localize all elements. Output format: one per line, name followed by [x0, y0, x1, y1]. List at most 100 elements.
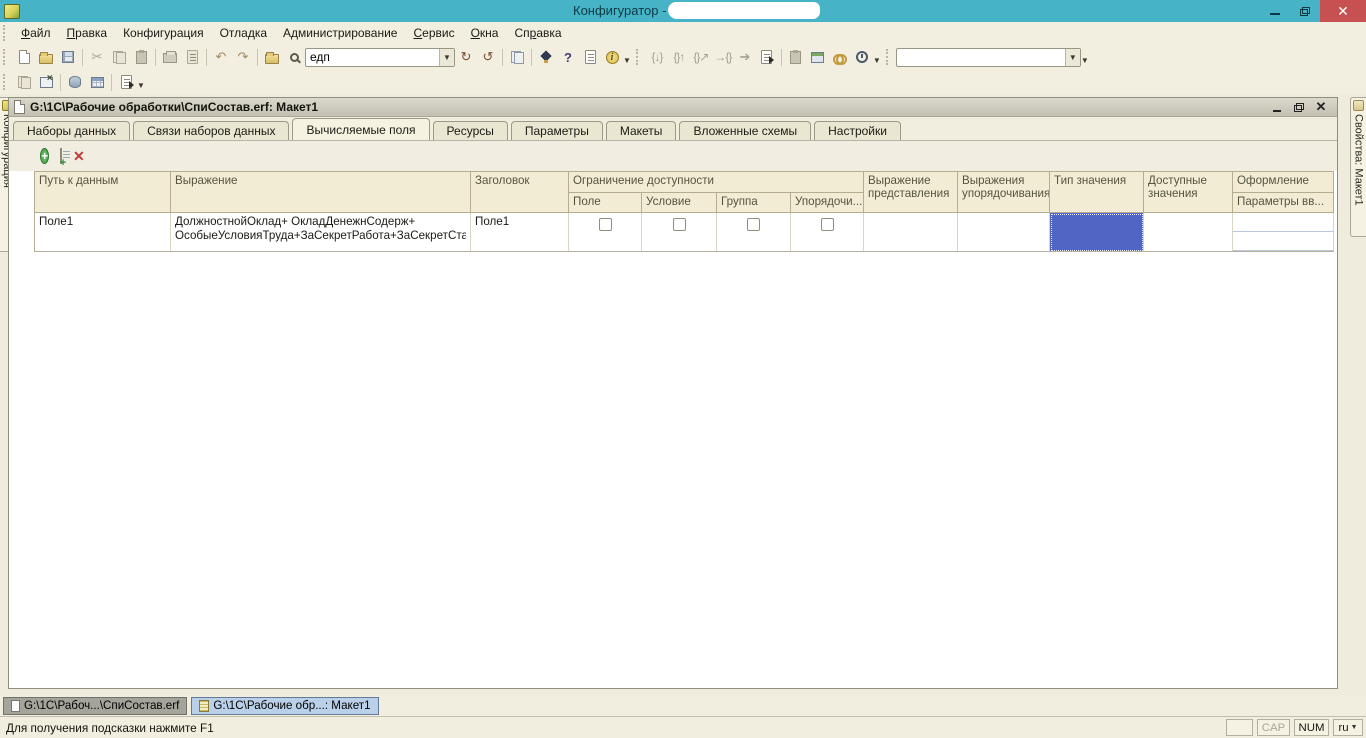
- info-caret-icon[interactable]: ▼: [623, 56, 631, 65]
- module-document-button[interactable]: [115, 72, 137, 92]
- goto-next-procedure-button[interactable]: {}↑: [668, 47, 690, 67]
- copy-button[interactable]: [108, 47, 130, 67]
- new-document-button[interactable]: [13, 47, 35, 67]
- redo-button[interactable]: ↷: [232, 47, 254, 67]
- cell-order-expressions[interactable]: [957, 212, 1051, 252]
- cell-access-ordering[interactable]: [789, 212, 865, 252]
- add-procedure-button[interactable]: →{}: [712, 47, 734, 67]
- status-indicators: CAP NUM ru ▼: [1226, 719, 1363, 736]
- find-next-button[interactable]: ↻: [455, 47, 477, 67]
- find-references-button[interactable]: [829, 47, 851, 67]
- document-restore-button[interactable]: [1292, 100, 1306, 114]
- goto-window-button[interactable]: [807, 47, 829, 67]
- search-input[interactable]: едп: [306, 50, 439, 64]
- window-tab-maket1[interactable]: G:\1C\Рабочие обр...: Макет1: [191, 696, 379, 715]
- find-in-files-button[interactable]: [261, 47, 283, 67]
- goto-prev-procedure-button[interactable]: {↓}: [646, 47, 668, 67]
- menu-windows[interactable]: Окна: [463, 23, 507, 43]
- group-checkbox[interactable]: [747, 218, 760, 231]
- menu-debug[interactable]: Отладка: [212, 23, 275, 43]
- info-button[interactable]: i: [601, 47, 623, 67]
- goto-usage-button[interactable]: ➔: [734, 47, 756, 67]
- menu-service[interactable]: Сервис: [405, 23, 462, 43]
- print-preview-button[interactable]: [181, 47, 203, 67]
- field-checkbox[interactable]: [598, 218, 612, 231]
- database-configuration-button[interactable]: [64, 72, 86, 92]
- cell-appearance[interactable]: [1232, 212, 1335, 252]
- document-window-titlebar[interactable]: G:\1C\Рабочие обработки\СпиСостав.erf: М…: [9, 98, 1337, 117]
- search-combobox[interactable]: едп ▼: [305, 47, 455, 67]
- cell-title[interactable]: Поле1: [470, 212, 569, 252]
- delete-field-button[interactable]: ✕: [73, 148, 85, 165]
- minimize-button[interactable]: [1260, 0, 1290, 22]
- window-select-dropdown-button[interactable]: ▼: [1064, 48, 1080, 66]
- cell-access-field[interactable]: [568, 212, 642, 252]
- open-button[interactable]: [35, 47, 57, 67]
- condition-checkbox[interactable]: [672, 218, 686, 231]
- cell-data-path[interactable]: Поле1: [34, 212, 171, 252]
- open-module-button[interactable]: [756, 47, 778, 67]
- toolbar-grip[interactable]: [3, 49, 8, 65]
- window-select-combobox[interactable]: ▼: [895, 47, 1081, 67]
- find-previous-button[interactable]: ↺: [477, 47, 499, 67]
- form-editor-button[interactable]: [13, 72, 35, 92]
- menu-administration[interactable]: Администрирование: [275, 23, 405, 43]
- tab-settings[interactable]: Настройки: [814, 121, 901, 140]
- goto-procedure-start-button[interactable]: {}↗: [690, 47, 712, 67]
- secondary-toolbar-grip[interactable]: [3, 74, 8, 90]
- menu-edit[interactable]: Правка: [59, 23, 116, 43]
- cut-button[interactable]: ✂: [86, 47, 108, 67]
- menu-help[interactable]: Справка: [506, 23, 569, 43]
- show-occurrences-button[interactable]: [506, 47, 528, 67]
- document-close-button[interactable]: ✕: [1314, 99, 1328, 114]
- performance-timer-button[interactable]: [851, 47, 873, 67]
- restore-button[interactable]: [1290, 0, 1320, 22]
- close-button[interactable]: ✕: [1320, 0, 1366, 22]
- column-header-group: Группа: [716, 192, 791, 213]
- sidebar-tab-properties[interactable]: Свойства: Макет1: [1350, 97, 1366, 237]
- cell-access-condition[interactable]: [641, 212, 717, 252]
- paste-button[interactable]: [130, 47, 152, 67]
- cell-representation-expression[interactable]: [863, 212, 959, 252]
- clipboard-button[interactable]: [785, 47, 807, 67]
- close-all-windows-button[interactable]: [35, 72, 57, 92]
- cell-access-group[interactable]: [716, 212, 791, 252]
- cell-input-parameters[interactable]: [1233, 232, 1333, 251]
- toolbar-overflow-icon[interactable]: ▼: [1081, 56, 1089, 65]
- syntax-help-search-button[interactable]: ?: [557, 47, 579, 67]
- toolbar-grip-3[interactable]: [885, 49, 891, 65]
- secondary-toolbar-overflow-icon[interactable]: ▼: [137, 81, 145, 90]
- tab-templates[interactable]: Макеты: [605, 121, 677, 140]
- cell-available-values[interactable]: [1143, 212, 1234, 252]
- copy-field-button[interactable]: [60, 148, 71, 164]
- cell-appearance-top[interactable]: [1233, 213, 1333, 232]
- tab-resources[interactable]: Ресурсы: [432, 121, 508, 140]
- syntax-check-button[interactable]: [535, 47, 557, 67]
- language-selector[interactable]: ru ▼: [1333, 719, 1363, 736]
- cell-expression[interactable]: ДолжностнойОклад+ ОкладДенежнСодерж+ Осо…: [170, 212, 471, 252]
- tab-data-set-links[interactable]: Связи наборов данных: [133, 121, 290, 140]
- window-tab-spisostav[interactable]: G:\1C\Рабоч...\СпиСостав.erf: [3, 696, 188, 715]
- table-settings-button[interactable]: [86, 72, 108, 92]
- cell-value-type-selected[interactable]: [1049, 212, 1145, 252]
- menu-configuration[interactable]: Конфигурация: [115, 23, 212, 43]
- tab-parameters[interactable]: Параметры: [510, 121, 603, 140]
- toolbar-grip-2[interactable]: [635, 49, 641, 65]
- tab-nested-schemas[interactable]: Вложенные схемы: [679, 121, 812, 140]
- menubar-grip[interactable]: [3, 25, 8, 41]
- add-field-button[interactable]: +: [40, 148, 50, 164]
- menu-file[interactable]: Файл: [13, 23, 59, 43]
- search-button[interactable]: [283, 47, 305, 67]
- search-dropdown-button[interactable]: ▼: [439, 48, 454, 66]
- document-minimize-button[interactable]: [1270, 100, 1284, 114]
- tab-calculated-fields[interactable]: Вычисляемые поля: [292, 118, 430, 140]
- tab-page-calculated-fields: + ✕ Путь к данным Выражение Заголовок О: [9, 140, 1337, 688]
- ordering-checkbox[interactable]: [820, 218, 834, 231]
- undo-button[interactable]: ↶: [210, 47, 232, 67]
- print-button[interactable]: [159, 47, 181, 67]
- tab-data-sets[interactable]: Наборы данных: [13, 121, 131, 140]
- syntax-help-search-icon: ?: [564, 49, 572, 65]
- code-templates-button[interactable]: [579, 47, 601, 67]
- save-button[interactable]: [57, 47, 79, 67]
- timer-caret-icon[interactable]: ▼: [873, 56, 881, 65]
